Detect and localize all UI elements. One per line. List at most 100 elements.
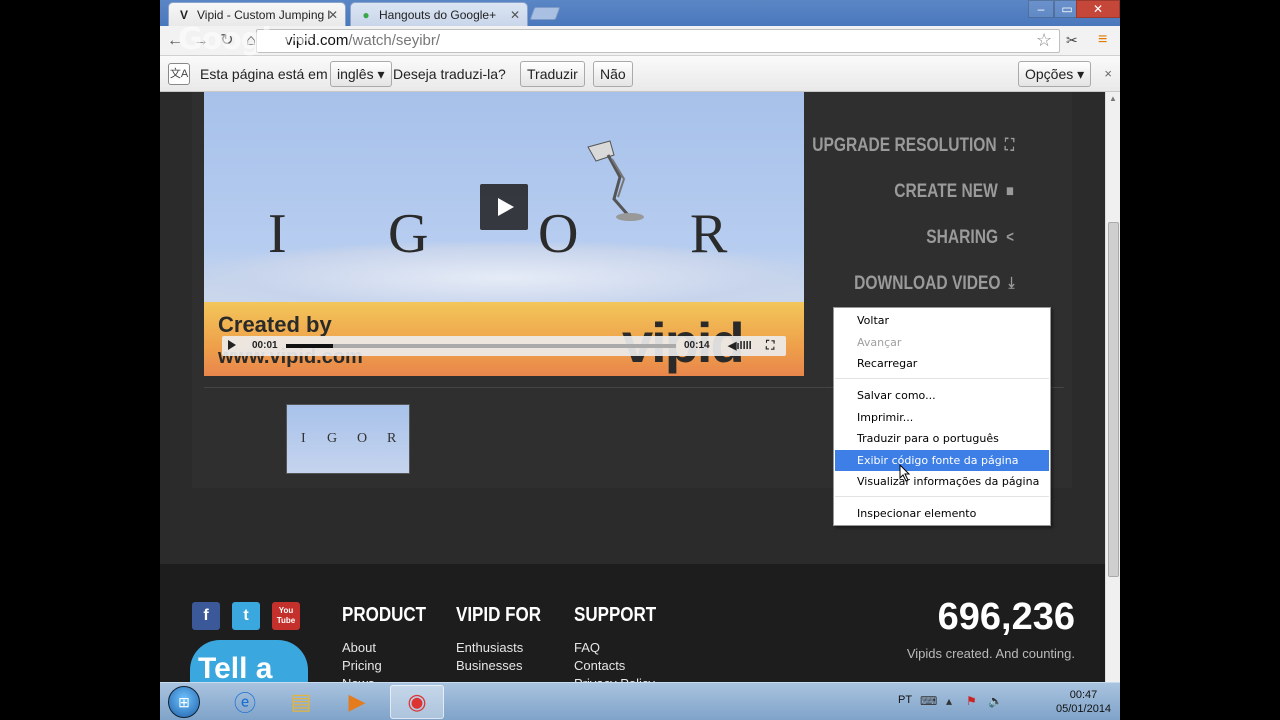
menu-separator	[835, 378, 1049, 379]
sharing-button[interactable]: SHARING <	[926, 226, 1014, 250]
input-language[interactable]: PT	[898, 694, 912, 706]
media-player-icon[interactable]: ▶	[330, 685, 384, 719]
upgrade-resolution-button[interactable]: UPGRADE RESOLUTION ⛶	[812, 134, 1014, 158]
vipid-favicon-icon: V	[179, 7, 188, 22]
action-label: DOWNLOAD VIDEO	[853, 273, 1000, 294]
vipid-counter: 696,236	[937, 596, 1075, 638]
footer-link-faq[interactable]: FAQ	[574, 640, 600, 655]
fullscreen-icon[interactable]: ⛶	[766, 338, 774, 353]
footer-link-contacts[interactable]: Contacts	[574, 658, 625, 673]
footer-link-enthusiasts[interactable]: Enthusiasts	[456, 640, 523, 655]
thumb-letter: O	[357, 431, 368, 446]
create-new-button[interactable]: CREATE NEW ■	[894, 180, 1014, 204]
show-hidden-icons-icon[interactable]: ▴	[946, 694, 952, 708]
extension-icon[interactable]: ✂	[1066, 32, 1078, 49]
footer-heading-support: SUPPORT	[574, 604, 657, 626]
menu-item-inspect[interactable]: Inspecionar elemento	[835, 503, 1049, 524]
menu-separator	[835, 496, 1049, 497]
chevron-down-icon: ▾	[377, 66, 385, 82]
bookmark-star-icon[interactable]: ☆	[1036, 30, 1052, 51]
action-label: UPGRADE RESOLUTION	[812, 135, 997, 156]
minimize-button[interactable]: –	[1028, 0, 1054, 18]
page-content: I G O R Created by www.vipid.com vipid	[160, 92, 1105, 720]
chrome-taskbar-icon[interactable]: ◉	[390, 685, 444, 719]
video-thumbnail[interactable]: I G O R	[286, 404, 410, 474]
language-label: inglês	[337, 66, 374, 82]
resolution-icon: ⛶	[1004, 137, 1014, 154]
menu-item-print[interactable]: Imprimir...	[835, 407, 1049, 428]
share-icon: <	[1006, 229, 1014, 246]
address-bar[interactable]: vipid.com/watch/seyibr/	[256, 29, 1060, 53]
play-icon[interactable]	[228, 340, 236, 350]
youtube-icon[interactable]: You Tube	[272, 602, 300, 630]
hangouts-favicon-icon: ●	[362, 7, 370, 22]
tab-label: Vipid - Custom Jumping l	[197, 7, 331, 22]
menu-item-view-source[interactable]: Exibir código fonte da página	[835, 450, 1049, 471]
video-letter: I	[268, 203, 287, 265]
screen: V Vipid - Custom Jumping l ✕ ● Hangouts …	[0, 0, 1280, 720]
video-player[interactable]: I G O R Created by www.vipid.com vipid	[204, 92, 804, 376]
translate-prefix: Esta página está em	[200, 66, 328, 82]
menu-item-back[interactable]: Voltar	[835, 310, 1049, 331]
tab-label: Hangouts do Google+	[379, 7, 497, 22]
total-time: 00:14	[684, 340, 710, 351]
new-tab-button[interactable]	[529, 7, 561, 20]
thumb-letter: R	[387, 431, 397, 446]
menu-item-page-info[interactable]: Visualizar informações da página	[835, 471, 1049, 492]
action-label: SHARING	[926, 227, 999, 248]
play-icon	[498, 198, 514, 216]
scroll-up-icon[interactable]: ▲	[1109, 94, 1117, 103]
file-explorer-icon[interactable]: ▤	[274, 685, 328, 719]
url-path: /watch/seyibr/	[348, 32, 441, 49]
vertical-scrollbar[interactable]: ▲	[1105, 92, 1120, 720]
download-video-button[interactable]: DOWNLOAD VIDEO ⤓	[854, 272, 1014, 296]
download-icon: ⤓	[1008, 275, 1014, 292]
options-button[interactable]: Opções ▾	[1018, 61, 1092, 87]
seek-progress	[286, 344, 333, 348]
clock[interactable]: 00:47 05/01/2014	[1056, 688, 1111, 716]
tab-hangouts[interactable]: ● Hangouts do Google+ ✕	[350, 2, 528, 26]
translate-bar: 文A Esta página está em inglês ▾ Deseja t…	[160, 56, 1120, 92]
translate-button[interactable]: Traduzir	[520, 61, 585, 87]
close-tab-icon[interactable]: ✕	[328, 8, 338, 22]
network-icon[interactable]: ⚑	[966, 694, 977, 708]
mouse-cursor-icon	[899, 464, 911, 482]
language-select[interactable]: inglês ▾	[330, 61, 392, 87]
translate-icon: 文A	[168, 63, 190, 85]
keyboard-icon[interactable]: ⌨	[920, 694, 937, 708]
video-letter: O	[538, 203, 579, 265]
chrome-window: V Vipid - Custom Jumping l ✕ ● Hangouts …	[160, 0, 1120, 720]
video-letter: R	[690, 203, 728, 265]
footer-link-businesses[interactable]: Businesses	[456, 658, 522, 673]
chrome-menu-icon[interactable]: ≡	[1098, 31, 1107, 49]
internet-explorer-icon[interactable]: ⓔ	[218, 685, 272, 719]
footer-link-about[interactable]: About	[342, 640, 376, 655]
chevron-down-icon: ▾	[1077, 66, 1085, 82]
speaker-icon[interactable]: 🔈	[988, 694, 1003, 708]
system-tray: PT ⌨ ▴ ⚑ 🔈 00:47 05/01/2014	[890, 683, 1120, 720]
action-label: CREATE NEW	[894, 181, 998, 202]
counter-caption: Vipids created. And counting.	[906, 646, 1075, 661]
close-tab-icon[interactable]: ✕	[510, 8, 520, 22]
clock-time: 00:47	[1069, 689, 1098, 701]
menu-item-reload[interactable]: Recarregar	[835, 353, 1049, 374]
camera-icon: ■	[1006, 183, 1014, 200]
volume-icon[interactable]: ◀ıllll	[728, 339, 752, 352]
menu-item-save-as[interactable]: Salvar como...	[835, 385, 1049, 406]
window-close-button[interactable]: ✕	[1076, 0, 1120, 18]
scrollbar-thumb[interactable]	[1108, 222, 1119, 577]
close-translate-bar-icon[interactable]: ×	[1104, 66, 1112, 81]
seek-bar[interactable]	[286, 344, 676, 348]
menu-item-translate[interactable]: Traduzir para o português	[835, 428, 1049, 449]
twitter-icon[interactable]: t	[232, 602, 260, 630]
thumb-letter: G	[327, 431, 338, 446]
no-button[interactable]: Não	[593, 61, 633, 87]
footer-link-pricing[interactable]: Pricing	[342, 658, 382, 673]
play-button[interactable]	[480, 184, 528, 230]
google-plus-watermark: Google+	[178, 22, 315, 57]
footer-heading-vipid-for: VIPID FOR	[456, 604, 542, 626]
start-button[interactable]: ⊞	[168, 686, 200, 718]
facebook-icon[interactable]: f	[192, 602, 220, 630]
clock-date: 05/01/2014	[1056, 703, 1112, 715]
context-menu: Voltar Avançar Recarregar Salvar como...…	[833, 307, 1051, 526]
